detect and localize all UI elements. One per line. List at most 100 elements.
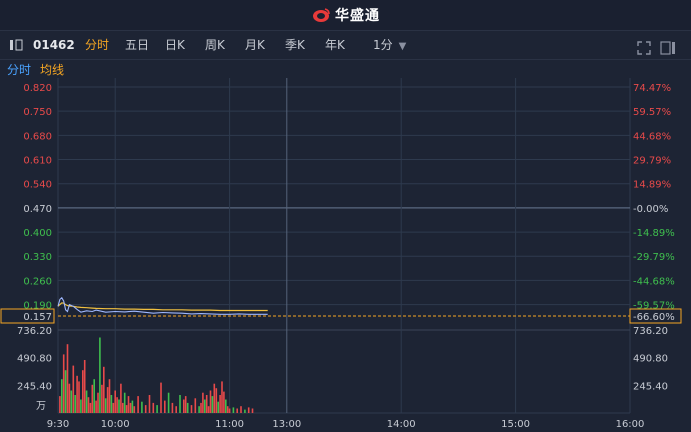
volume-bar <box>131 400 134 413</box>
volume-bar <box>204 399 206 413</box>
volume-bar <box>137 396 139 413</box>
price-tick-label: 0.190 <box>23 301 52 312</box>
price-tick-label: 0.540 <box>23 180 52 191</box>
percent-axis: 74.47% 59.57% 44.68% 29.79% 14.89% -0.00% -14.… <box>633 83 675 312</box>
tab-monthly-k[interactable]: 月K <box>245 31 265 59</box>
current-price-marker: 0.157 -66.60% <box>0 308 682 324</box>
tab-weekly-k[interactable]: 周K <box>205 31 225 59</box>
volume-unit-label: 万 <box>36 401 46 412</box>
volume-bar <box>61 379 63 413</box>
volume-bar <box>213 383 216 413</box>
volume-bar <box>59 396 61 413</box>
brand-logo-icon <box>313 8 330 22</box>
price-tick-label: 0.680 <box>23 131 52 142</box>
brand: 华盛通 <box>0 0 691 30</box>
interval-select[interactable]: 1分 ▼ <box>373 31 406 59</box>
volume-bar <box>104 398 107 413</box>
toggle-panel-button[interactable] <box>660 37 676 55</box>
volume-bar <box>66 344 69 413</box>
indicator-intraday[interactable]: 分时 <box>7 61 31 78</box>
indicator-avg-line[interactable]: 均线 <box>40 61 64 78</box>
volume-bar <box>194 398 197 413</box>
volume-bar <box>202 392 204 413</box>
volume-bar <box>164 400 166 413</box>
avg-price-line <box>57 302 268 312</box>
current-price-box <box>0 308 55 324</box>
volume-bar <box>108 379 111 413</box>
price-tick-label: 0.820 <box>23 83 52 94</box>
volume-bar <box>217 401 219 413</box>
volume-bar <box>110 395 113 413</box>
chart-toolbar: 01462 分时 五日 日K 周K 月K 季K 年K 1分 ▼ <box>0 31 691 60</box>
tab-daily-k[interactable]: 日K <box>165 31 185 59</box>
volume-bar <box>116 397 118 413</box>
time-tick-label: 11:00 <box>215 419 244 430</box>
volume-bar <box>78 381 80 413</box>
percent-tick-label: 14.89% <box>633 180 671 191</box>
brand-bar: 华盛通 <box>0 0 691 31</box>
time-tick-label: 15:00 <box>501 419 530 430</box>
volume-bar <box>62 354 65 413</box>
collapse-panel-icon[interactable] <box>9 31 25 59</box>
volume-bar <box>228 408 231 413</box>
volume-tick-label-left: 490.80 <box>17 354 52 365</box>
volume-bar <box>190 405 193 413</box>
chart-grid <box>57 78 631 414</box>
volume-tick-label-right: 736.20 <box>633 326 668 337</box>
brand-name: 华盛通 <box>335 8 380 24</box>
volume-bar <box>198 406 200 413</box>
volume-bar <box>87 397 90 413</box>
volume-bar <box>186 402 189 413</box>
volume-bar <box>207 406 210 413</box>
stock-code: 01462 <box>33 38 75 52</box>
tab-five-day[interactable]: 五日 <box>125 31 149 59</box>
volume-bar <box>251 408 254 413</box>
volume-bar <box>183 399 185 413</box>
volume-bar <box>106 387 109 413</box>
volume-bar <box>167 392 170 413</box>
price-tick-label: 0.610 <box>23 156 52 167</box>
volume-bar <box>122 402 124 413</box>
percent-tick-label: -0.00% <box>633 204 668 215</box>
volume-bar <box>114 390 116 413</box>
volume-bar <box>133 406 136 413</box>
volume-bar <box>226 406 229 413</box>
volume-bar <box>244 409 246 413</box>
current-pct-box <box>629 308 682 324</box>
percent-tick-label: 29.79% <box>633 156 671 167</box>
volume-bar <box>240 406 242 413</box>
tab-quarterly-k[interactable]: 季K <box>285 31 305 59</box>
percent-tick-label: -29.79% <box>633 252 675 263</box>
price-tick-label: 0.470 <box>23 204 52 215</box>
fullscreen-button[interactable] <box>637 37 653 55</box>
volume-axis: 736.20 736.20 490.80 490.80 245.40 245.40 万 <box>17 326 668 412</box>
volume-bar <box>200 402 202 413</box>
volume-bar <box>175 406 177 413</box>
volume-bar <box>184 396 187 413</box>
tab-intraday[interactable]: 分时 <box>85 31 109 59</box>
volume-bar <box>223 391 225 413</box>
percent-tick-label: 44.68% <box>633 131 671 142</box>
price-tick-label: 0.260 <box>23 276 52 287</box>
volume-bar <box>118 399 120 413</box>
time-tick-label: 16:00 <box>616 419 645 430</box>
volume-bar <box>221 381 223 413</box>
price-line <box>57 296 268 315</box>
volume-bar <box>91 384 94 413</box>
volume-bar <box>112 402 115 413</box>
percent-tick-label: -59.57% <box>633 301 675 312</box>
volume-bar <box>144 405 147 413</box>
volume-tick-label-left: 736.20 <box>17 326 52 337</box>
volume-bar <box>83 360 86 413</box>
price-axis: 0.820 0.750 0.680 0.610 0.540 0.470 0.400 0.330… <box>23 83 52 312</box>
volume-bar <box>171 402 174 413</box>
fullscreen-icon <box>637 41 651 55</box>
volume-bar <box>123 392 126 413</box>
volume-bar <box>82 370 84 413</box>
collapse-icon <box>10 39 23 51</box>
tab-yearly-k[interactable]: 年K <box>325 31 345 59</box>
volume-bar <box>89 402 92 413</box>
volume-bar <box>64 370 67 413</box>
price-tick-label: 0.750 <box>23 107 52 118</box>
volume-tick-label-left: 245.40 <box>17 381 52 392</box>
